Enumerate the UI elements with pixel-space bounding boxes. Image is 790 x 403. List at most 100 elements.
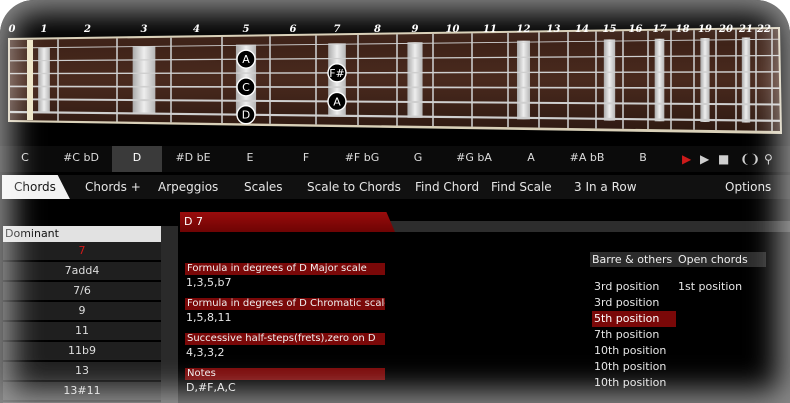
fret-note-marker[interactable]: A (236, 49, 256, 69)
inlay-fret-3 (132, 46, 156, 114)
inlay-fret-1 (38, 47, 50, 113)
loop-icon[interactable]: ❨❩ (740, 153, 760, 165)
field-label: Notes (185, 368, 385, 380)
barre-position-item[interactable]: 5th position (592, 311, 676, 327)
chord-list-item[interactable]: 7/6 (3, 282, 161, 302)
nut (27, 40, 33, 120)
chord-list-item[interactable]: 11 (3, 322, 161, 342)
tab-scale-to-chords[interactable]: Scale to Chords (307, 175, 401, 199)
inlay-fret-9 (407, 42, 423, 118)
chord-list-header[interactable]: Dominant (3, 226, 178, 242)
note-button-2[interactable]: D (112, 146, 162, 172)
note-button-10[interactable]: #A bB (562, 146, 612, 172)
barre-position-item[interactable]: 10th position (592, 359, 676, 375)
inlay-fret-21 (741, 37, 751, 123)
field-value: 1,5,8,11 (186, 311, 232, 324)
fret-number: 5 (243, 24, 250, 35)
note-button-11[interactable]: B (618, 146, 668, 172)
fret-number: 13 (547, 24, 561, 35)
field-value: D,#F,A,C (186, 381, 236, 394)
chord-title: D 7 (180, 212, 395, 232)
barre-position-item[interactable]: 3rd position (592, 295, 676, 311)
fret-number: 12 (517, 24, 531, 35)
fret-number: 18 (676, 24, 690, 35)
note-button-6[interactable]: #F bG (337, 146, 387, 172)
note-button-3[interactable]: #D bE (168, 146, 218, 172)
barre-position-item[interactable]: 7th position (592, 327, 676, 343)
fret-number: 1 (41, 24, 48, 35)
note-label: C (242, 81, 250, 94)
field-label: Successive half-steps(frets),zero on D (185, 333, 385, 345)
note-selector: C #C bD D #D bE E F #F bG G #G bA A #A bB B ▶ ▶ ■ ❨❩ ⚲ (0, 146, 790, 172)
note-label: A (242, 53, 250, 66)
fret-number: 17 (653, 24, 667, 35)
fret-number: 9 (412, 24, 419, 35)
open-position-item[interactable]: 1st position (678, 279, 742, 295)
tab-find-chord[interactable]: Find Chord (415, 175, 479, 199)
note-button-5[interactable]: F (281, 146, 331, 172)
fret-number: 10 (446, 24, 460, 35)
fret-number: 8 (374, 24, 381, 35)
positions-header: Barre & others Open chords (590, 252, 766, 267)
fret-number: 0 (9, 24, 16, 35)
note-label: D (242, 109, 250, 122)
barre-position-item[interactable]: 10th position (592, 343, 676, 359)
fret-number: 4 (193, 24, 200, 35)
fret-note-marker[interactable]: C (236, 77, 256, 97)
fret-number: 7 (334, 24, 341, 35)
play-red-icon[interactable]: ▶ (682, 153, 691, 165)
tab-chords[interactable]: Chords (2, 175, 70, 199)
guitar-neck[interactable]: 0 1 2 3 4 5 6 7 8 9 10 11 12 13 14 15 16 17 18 19 20 21 22 ACD… (0, 0, 790, 150)
field-value: 1,3,5,b7 (186, 276, 232, 289)
note-button-1[interactable]: #C bD (56, 146, 106, 172)
play-icon[interactable]: ▶ (700, 153, 709, 165)
search-icon[interactable]: ⚲ (764, 153, 773, 165)
fret-number: 20 (718, 24, 733, 35)
field-value: 4,3,3,2 (186, 346, 225, 359)
note-button-4[interactable]: E (225, 146, 275, 172)
barre-position-item[interactable]: 3rd position (592, 279, 676, 295)
note-button-9[interactable]: A (506, 146, 556, 172)
chord-list-item[interactable]: 7 (3, 242, 161, 262)
tab-options[interactable]: Options (725, 175, 771, 199)
tab-chords[interactable]: Chords + (85, 175, 141, 199)
inlay-fret-12 (516, 40, 531, 120)
fret-number: 21 (738, 24, 753, 35)
chord-list[interactable]: 77add47/691111b91313#1113b9 (3, 242, 161, 403)
chord-list-item[interactable]: 13 (3, 362, 161, 382)
fret-note-marker[interactable]: F# (327, 63, 347, 83)
chord-list-item[interactable]: 11b9 (3, 342, 161, 362)
field-label: Formula in degrees of D Major scale (185, 263, 385, 275)
fret-note-marker[interactable]: D (236, 105, 256, 125)
fret-number: 15 (603, 24, 617, 35)
tab-arpeggios[interactable]: Arpeggios (158, 175, 218, 199)
chord-list-scrollbar[interactable] (161, 226, 178, 403)
app-window: 0 1 2 3 4 5 6 7 8 9 10 11 12 13 14 15 16 17 18 19 20 21 22 ACD… (0, 0, 790, 403)
tab-find-scale[interactable]: Find Scale (491, 175, 552, 199)
fret-number: 11 (483, 24, 497, 35)
fret-number: 2 (83, 24, 91, 35)
inlay-fret-17 (654, 38, 665, 122)
tab-3-in-a-row[interactable]: 3 In a Row (574, 175, 637, 199)
inlay-fret-15 (603, 39, 616, 121)
chord-list-item[interactable]: 13#11 (3, 382, 161, 402)
tab-scales[interactable]: Scales (244, 175, 283, 199)
barre-position-item[interactable]: 10th position (592, 375, 676, 391)
barre-header: Barre & others (592, 253, 673, 266)
chord-list-item[interactable]: 9 (3, 302, 161, 322)
stop-icon[interactable]: ■ (718, 153, 729, 165)
fret-number: 16 (629, 24, 643, 35)
note-button-7[interactable]: G (393, 146, 443, 172)
note-button-0[interactable]: C (0, 146, 50, 172)
fret-note-marker[interactable]: A (327, 91, 347, 112)
note-button-8[interactable]: #G bA (449, 146, 499, 172)
tab-bar: Chords Chords + Arpeggios Scales Scale to Ch… (0, 175, 790, 199)
open-chords-header: Open chords (678, 253, 748, 266)
chord-list-item[interactable]: 7add4 (3, 262, 161, 282)
note-label: F# (329, 67, 345, 80)
fret-number: 19 (698, 24, 712, 35)
inlay-fret-19 (700, 38, 710, 122)
note-label: A (333, 95, 341, 108)
fret-number: 6 (290, 24, 297, 35)
field-label: Formula in degrees of D Chromatic scale (185, 298, 385, 310)
